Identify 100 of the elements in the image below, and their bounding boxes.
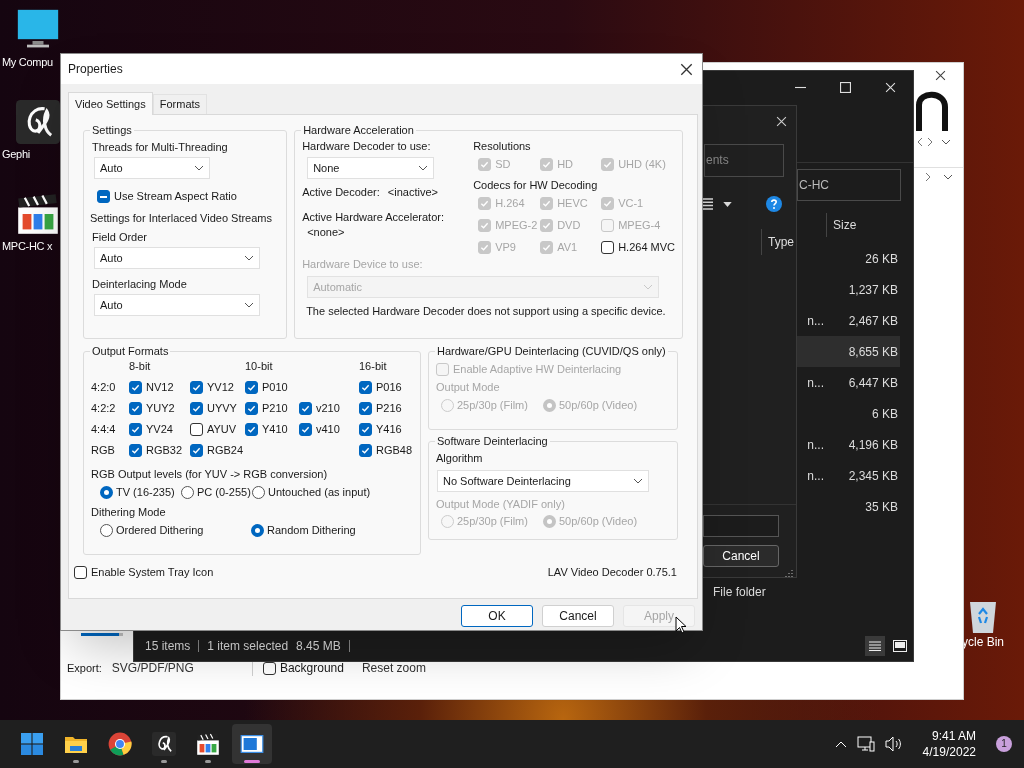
checkbox[interactable]: [129, 423, 142, 436]
checkbox[interactable]: [190, 402, 203, 415]
checkbox[interactable]: [359, 423, 372, 436]
desktop-icon-label: MPC-HC x: [2, 239, 53, 254]
browser-icon: [108, 732, 132, 756]
checkbox[interactable]: [190, 381, 203, 394]
search-field[interactable]: ents: [704, 143, 784, 177]
checkbox[interactable]: [97, 190, 110, 203]
checkbox[interactable]: [245, 402, 258, 415]
tiles-view-icon[interactable]: [893, 640, 907, 652]
file-name-field[interactable]: [703, 515, 779, 537]
checkbox-label: RGB32: [146, 443, 183, 458]
details-view-button[interactable]: [865, 636, 885, 656]
reset-zoom-link[interactable]: Reset zoom: [361, 660, 426, 676]
checkmark-icon: [301, 425, 310, 434]
checkbox[interactable]: [359, 402, 372, 415]
field-label: Deinterlacing Mode: [92, 277, 188, 292]
chevron-down-icon: [244, 255, 254, 261]
checkbox[interactable]: [359, 381, 372, 394]
chevron-up-icon[interactable]: [834, 740, 847, 748]
cancel-button[interactable]: Cancel: [703, 545, 779, 567]
checkbox[interactable]: [601, 241, 615, 254]
group-title: Hardware/GPU Deinterlacing (CUVID/QS only): [437, 345, 666, 357]
checkbox[interactable]: [190, 423, 203, 436]
chevron-down-icon: [418, 165, 429, 171]
field-label: Active Hardware Accelerator:: [302, 210, 445, 225]
radio-label: 25p/30p (Film): [457, 398, 528, 413]
help-icon[interactable]: [766, 196, 782, 212]
caret-down-icon[interactable]: [723, 201, 732, 207]
chevron-right-icon[interactable]: [925, 172, 931, 182]
dropdown[interactable]: No Software Deinterlacing: [437, 470, 649, 492]
chevron-right-icon[interactable]: [927, 137, 933, 147]
checkbox-label: H.264: [495, 196, 525, 211]
checkmark-icon: [542, 199, 552, 208]
dialog-button[interactable]: OK: [461, 605, 533, 627]
taskbar-button[interactable]: [232, 724, 272, 764]
checkbox-label: MPEG-4: [618, 218, 661, 233]
file-size: 6,447 KB: [848, 374, 898, 391]
list-icon: [869, 641, 881, 651]
row-label: 4:2:0: [91, 380, 117, 395]
checkbox-label: H.264 MVC: [618, 240, 675, 255]
checkbox[interactable]: [299, 402, 312, 415]
item-count: 15 items: [145, 638, 191, 654]
checkbox[interactable]: [245, 381, 258, 394]
checkbox-label: RGB48: [376, 443, 413, 458]
column-header[interactable]: Type: [762, 234, 794, 250]
radio-button[interactable]: [181, 486, 194, 499]
checkmark-icon: [480, 243, 490, 252]
checkbox[interactable]: [129, 402, 142, 415]
checkbox[interactable]: [129, 444, 142, 457]
volume-icon[interactable]: [884, 736, 903, 752]
field-label: Hardware Device to use:: [302, 257, 424, 272]
checkbox[interactable]: [190, 444, 203, 457]
radio-button[interactable]: [100, 486, 113, 499]
close-icon[interactable]: [680, 62, 693, 76]
field-label: Field Order: [92, 230, 149, 245]
dropdown[interactable]: None: [307, 157, 435, 179]
checkbox[interactable]: [129, 381, 142, 394]
chevron-down-icon: [941, 139, 951, 145]
checkmark-icon: [603, 160, 613, 169]
checkmark-icon: [480, 160, 490, 169]
radio-button[interactable]: [251, 524, 264, 537]
checkbox-label: RGB24: [207, 443, 244, 458]
checkbox[interactable]: [299, 423, 312, 436]
dropdown[interactable]: Auto: [94, 157, 210, 179]
radio-button[interactable]: [100, 524, 113, 537]
chevron-down-icon: [244, 302, 254, 308]
network-icon[interactable]: [856, 736, 875, 752]
checkmark-icon: [192, 446, 201, 455]
field-label: Active Decoder:: [302, 185, 380, 200]
checkbox[interactable]: [245, 423, 258, 436]
column-header[interactable]: Size: [827, 217, 857, 233]
dropdown[interactable]: Auto: [94, 247, 260, 269]
dash-icon: [100, 195, 107, 198]
desktop-icon-label: My Compu: [2, 55, 53, 70]
field-label: Output Mode (YADIF only): [436, 497, 566, 512]
radio-label: TV (16-235): [116, 485, 175, 500]
checkmark-icon: [361, 404, 370, 413]
close-icon[interactable]: [935, 69, 946, 81]
dropdown[interactable]: Auto: [94, 294, 260, 316]
radio-button[interactable]: [252, 486, 265, 499]
checkbox[interactable]: [74, 566, 87, 579]
checkbox[interactable]: [359, 444, 372, 457]
checkbox-label: HEVC: [557, 196, 588, 211]
checkbox-label: DVD: [557, 218, 581, 233]
checkmark-icon: [192, 383, 201, 392]
field-label: Threads for Multi-Threading: [92, 140, 229, 155]
tab[interactable]: Video Settings: [68, 92, 153, 115]
chevron-left-icon[interactable]: [917, 137, 923, 147]
resize-grip-icon[interactable]: [785, 569, 793, 577]
swirl-logo-icon: [152, 732, 176, 756]
radio-label: 25p/30p (Film): [457, 514, 528, 529]
notification-badge[interactable]: 1: [996, 736, 1012, 752]
address-bar[interactable]: C-HC: [797, 169, 901, 201]
tab[interactable]: Formats: [152, 94, 208, 114]
maximize-icon[interactable]: [840, 81, 851, 93]
checkmark-icon: [192, 404, 201, 413]
radio-label: 50p/60p (Video): [559, 514, 638, 529]
dialog-button[interactable]: Cancel: [542, 605, 614, 627]
export-label: Export:: [67, 661, 102, 676]
